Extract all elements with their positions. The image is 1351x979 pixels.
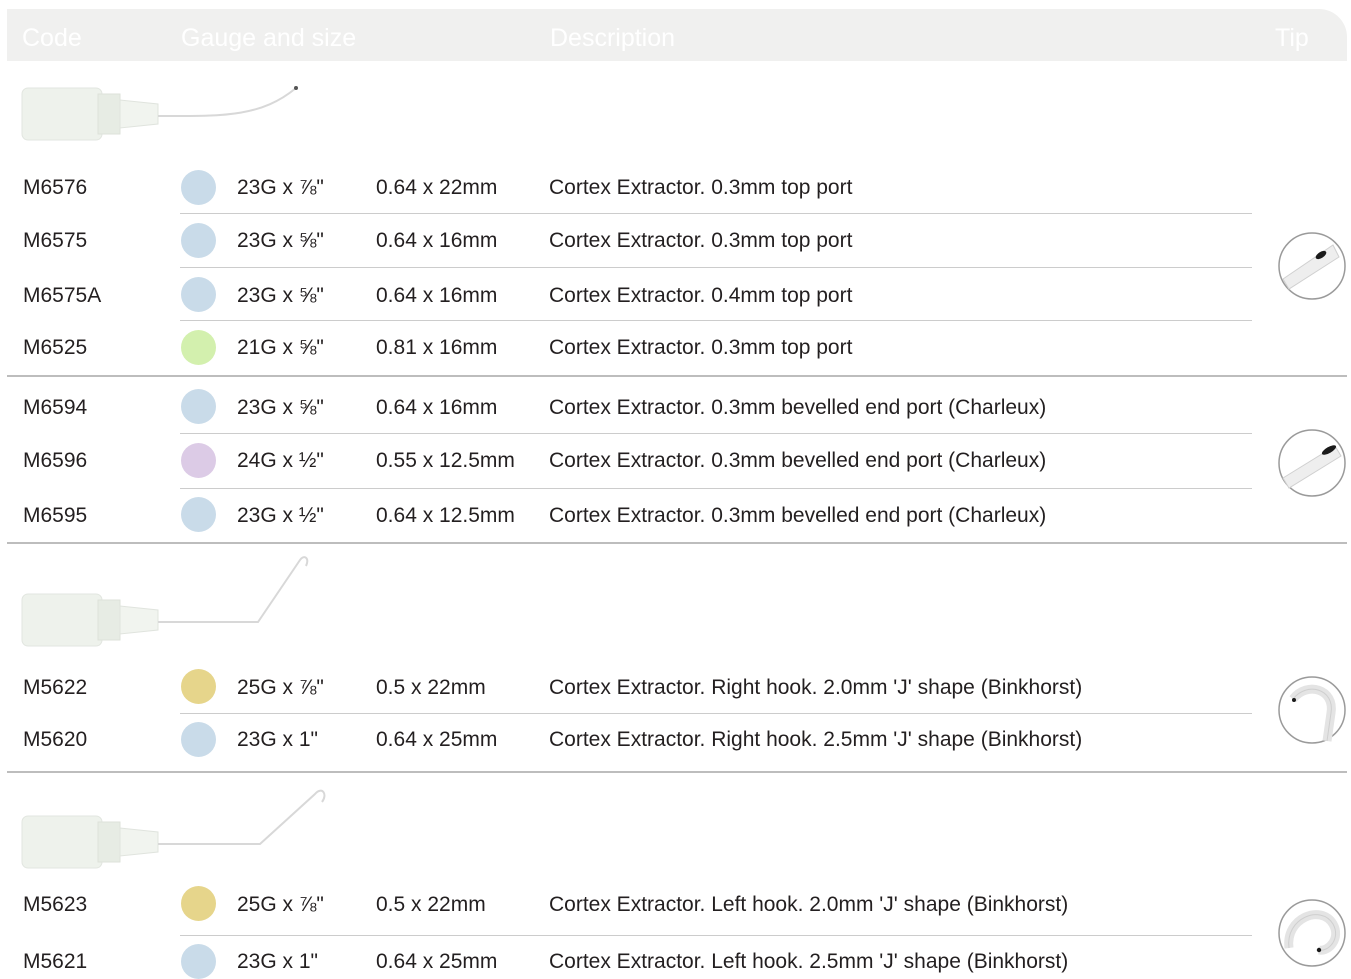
- row-description: Cortex Extractor. 0.3mm top port: [549, 336, 853, 359]
- row-description: Cortex Extractor. Right hook. 2.0mm 'J' …: [549, 676, 1083, 699]
- table-header: Code Gauge and size Description Tip: [7, 9, 1347, 61]
- row-divider: [180, 213, 1252, 214]
- row-gauge: 21G x ⅝": [237, 336, 324, 359]
- row-code: M6576: [23, 176, 88, 199]
- row-code: M6525: [23, 336, 88, 359]
- row-code: M6575A: [23, 284, 102, 307]
- row-gauge: 24G x ½": [237, 449, 324, 472]
- row-code: M6594: [23, 396, 88, 419]
- row-description: Cortex Extractor. Right hook. 2.5mm 'J' …: [549, 728, 1083, 751]
- row-description: Cortex Extractor. 0.3mm top port: [549, 176, 853, 199]
- gauge-color-dot: [181, 170, 216, 205]
- row-size: 0.64 x 16mm: [376, 396, 498, 419]
- tip-bevelled-icon: [1278, 429, 1346, 497]
- row-size: 0.64 x 25mm: [376, 728, 498, 751]
- group-divider: [7, 542, 1347, 544]
- gauge-color-dot: [181, 277, 216, 312]
- tip-top-port-icon: [1278, 232, 1346, 300]
- row-code: M6595: [23, 504, 88, 527]
- row-size: 0.64 x 16mm: [376, 284, 498, 307]
- row-description: Cortex Extractor. Left hook. 2.5mm 'J' s…: [549, 950, 1069, 973]
- gauge-color-dot: [181, 722, 216, 757]
- tip-hook-left-icon: [1278, 899, 1346, 967]
- header-description: Description: [550, 24, 676, 52]
- cannula-left-hook-icon: [21, 789, 326, 869]
- row-gauge: 25G x ⅞": [237, 676, 324, 699]
- tip-hook-right-icon: [1278, 676, 1346, 744]
- gauge-color-dot: [181, 669, 216, 704]
- cannula-curved-icon: [21, 86, 298, 141]
- row-divider: [180, 488, 1252, 489]
- row-gauge: 23G x ⅝": [237, 229, 324, 252]
- header-code: Code: [22, 24, 82, 52]
- row-description: Cortex Extractor. 0.3mm top port: [549, 229, 853, 252]
- header-tip: Tip: [1275, 24, 1309, 52]
- row-gauge: 23G x ⅝": [237, 396, 324, 419]
- row-gauge: 23G x 1": [237, 950, 318, 973]
- row-description: Cortex Extractor. 0.3mm bevelled end por…: [549, 449, 1047, 472]
- row-divider: [180, 433, 1252, 434]
- row-code: M6596: [23, 449, 88, 472]
- row-code: M5623: [23, 893, 88, 916]
- gauge-color-dot: [181, 330, 216, 365]
- row-size: 0.5 x 22mm: [376, 676, 486, 699]
- row-gauge: 23G x ⅞": [237, 176, 324, 199]
- row-gauge: 23G x 1": [237, 728, 318, 751]
- row-divider: [180, 267, 1252, 268]
- row-code: M5621: [23, 950, 88, 973]
- gauge-color-dot: [181, 497, 216, 532]
- row-description: Cortex Extractor. Left hook. 2.0mm 'J' s…: [549, 893, 1069, 916]
- gauge-color-dot: [181, 944, 216, 979]
- gauge-color-dot: [181, 223, 216, 258]
- row-divider: [180, 320, 1252, 321]
- row-size: 0.5 x 22mm: [376, 893, 486, 916]
- row-description: Cortex Extractor. 0.3mm bevelled end por…: [549, 396, 1047, 419]
- row-code: M6575: [23, 229, 88, 252]
- row-size: 0.55 x 12.5mm: [376, 449, 515, 472]
- group-divider: [7, 771, 1347, 773]
- row-divider: [180, 713, 1252, 714]
- row-divider: [180, 935, 1252, 936]
- gauge-color-dot: [181, 389, 216, 424]
- row-size: 0.64 x 12.5mm: [376, 504, 515, 527]
- gauge-color-dot: [181, 443, 216, 478]
- row-size: 0.64 x 22mm: [376, 176, 498, 199]
- row-size: 0.64 x 25mm: [376, 950, 498, 973]
- group-divider: [7, 375, 1347, 377]
- row-description: Cortex Extractor. 0.3mm bevelled end por…: [549, 504, 1047, 527]
- row-code: M5622: [23, 676, 88, 699]
- gauge-color-dot: [181, 886, 216, 921]
- row-gauge: 23G x ⅝": [237, 284, 324, 307]
- header-gauge: Gauge and size: [181, 24, 357, 52]
- row-gauge: 23G x ½": [237, 504, 324, 527]
- row-description: Cortex Extractor. 0.4mm top port: [549, 284, 853, 307]
- row-size: 0.81 x 16mm: [376, 336, 498, 359]
- row-code: M5620: [23, 728, 88, 751]
- row-size: 0.64 x 16mm: [376, 229, 498, 252]
- row-gauge: 25G x ⅞": [237, 893, 324, 916]
- cannula-right-hook-icon: [21, 556, 309, 647]
